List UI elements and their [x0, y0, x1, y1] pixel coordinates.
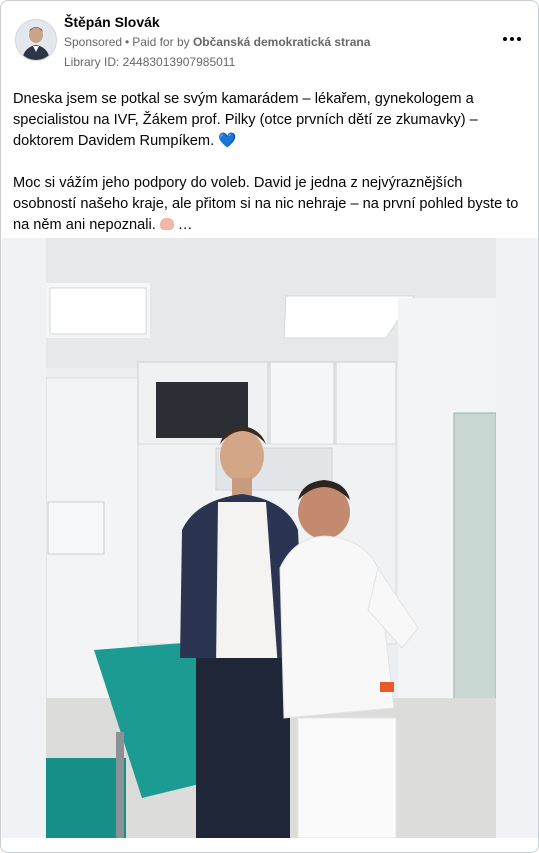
post-paragraph-2-text: Moc si vážím jeho podpory do voleb. Davi…: [13, 175, 519, 233]
raised-hand-icon: [159, 218, 174, 230]
more-dot: [503, 37, 507, 41]
see-more-ellipsis[interactable]: …: [178, 217, 193, 233]
avatar-image: [16, 20, 56, 60]
sponsored-label[interactable]: Sponsored: [64, 35, 122, 49]
blue-heart-icon: 💙: [218, 133, 237, 149]
photo-illustration: [46, 238, 496, 838]
post-photo[interactable]: [46, 238, 496, 838]
author-name[interactable]: Štěpán Slovák: [64, 14, 160, 30]
more-dot: [517, 37, 521, 41]
more-options-icon[interactable]: [500, 31, 524, 47]
ad-post-card: Štěpán Slovák Sponsored • Paid for by Obča…: [0, 0, 539, 853]
paid-for-organization[interactable]: Občanská demokratická strana: [193, 35, 370, 49]
post-paragraph-1: Dneska jsem se potkal se svým kamarádem …: [13, 89, 528, 152]
post-paragraph-2: Moc si vážím jeho podpory do voleb. Davi…: [13, 173, 528, 236]
post-header: Štěpán Slovák Sponsored • Paid for by Obča…: [13, 11, 526, 71]
meta-bullet: •: [125, 35, 130, 49]
paid-for-prefix: Paid for by: [132, 35, 190, 49]
library-id: Library ID: 24483013907985011: [64, 55, 236, 69]
post-text: Dneska jsem se potkal se svým kamarádem …: [13, 89, 528, 236]
post-media[interactable]: [2, 238, 538, 838]
post-paragraph-1-text: Dneska jsem se potkal se svým kamarádem …: [13, 91, 478, 149]
author-avatar[interactable]: [15, 19, 57, 61]
more-dot: [510, 37, 514, 41]
sponsored-meta: Sponsored • Paid for by Občanská demokrati…: [64, 35, 370, 49]
